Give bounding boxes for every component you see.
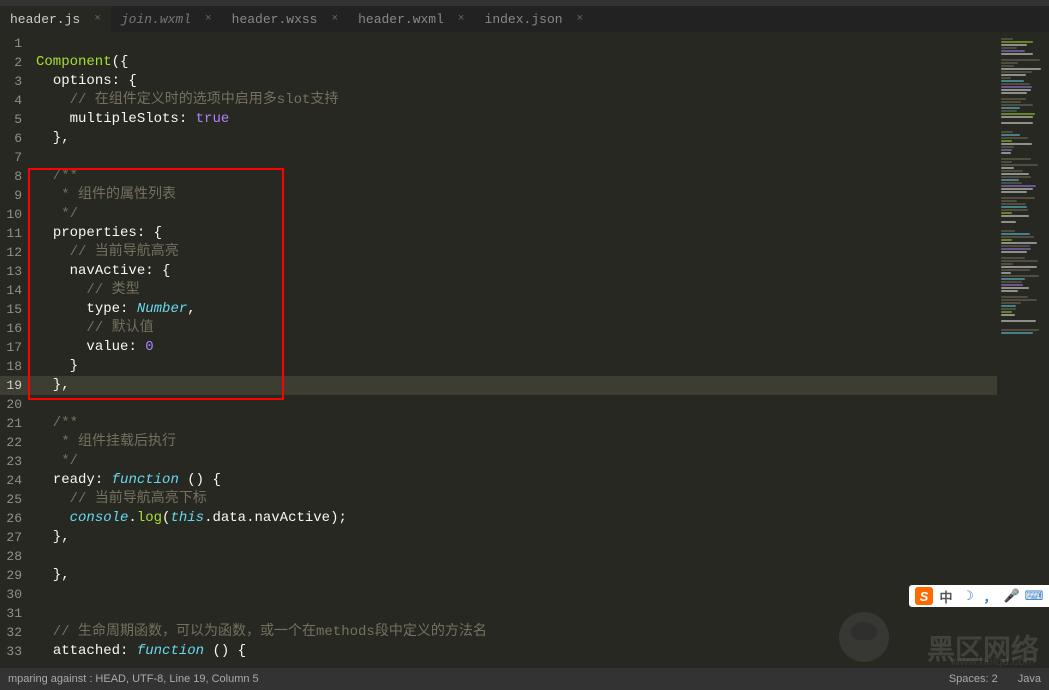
tab-join-wxml[interactable]: join.wxml ×	[111, 6, 222, 32]
ime-lang-toggle[interactable]: 中	[937, 587, 955, 605]
line-number-gutter: 1234567891011121314151617181920212223242…	[0, 32, 28, 668]
close-icon[interactable]: ×	[458, 13, 465, 25]
tab-header-js[interactable]: header.js ×	[0, 6, 111, 32]
status-left: mparing against : HEAD, UTF-8, Line 19, …	[8, 673, 259, 685]
tab-bar: header.js × join.wxml × header.wxss × he…	[0, 6, 1049, 32]
tab-label: header.wxss	[232, 12, 318, 27]
watermark-logo-icon	[839, 612, 889, 662]
close-icon[interactable]: ×	[577, 13, 584, 25]
ime-toolbar[interactable]: S 中 ☽ ， 🎤 ⌨	[909, 585, 1049, 607]
editor[interactable]: 1234567891011121314151617181920212223242…	[0, 32, 1049, 668]
status-bar: mparing against : HEAD, UTF-8, Line 19, …	[0, 668, 1049, 690]
tab-label: join.wxml	[121, 12, 191, 27]
status-spaces[interactable]: Spaces: 2	[949, 673, 998, 685]
close-icon[interactable]: ×	[94, 13, 101, 25]
tab-index-json[interactable]: index.json ×	[475, 6, 594, 32]
keyboard-icon[interactable]: ⌨	[1025, 587, 1043, 605]
microphone-icon[interactable]: 🎤	[1003, 587, 1021, 605]
minimap[interactable]	[997, 32, 1049, 668]
moon-icon[interactable]: ☽	[959, 587, 977, 605]
status-syntax[interactable]: Java	[1018, 673, 1041, 685]
tab-label: header.js	[10, 12, 80, 27]
tab-header-wxml[interactable]: header.wxml ×	[348, 6, 474, 32]
punctuation-icon[interactable]: ，	[981, 587, 999, 605]
sogou-logo-icon[interactable]: S	[915, 587, 933, 605]
close-icon[interactable]: ×	[205, 13, 212, 25]
tab-label: header.wxml	[358, 12, 444, 27]
code-area[interactable]: Component({ options: { // 在组件定义时的选项中启用多s…	[28, 32, 997, 668]
tab-header-wxss[interactable]: header.wxss ×	[222, 6, 348, 32]
close-icon[interactable]: ×	[331, 13, 338, 25]
tab-label: index.json	[485, 12, 563, 27]
